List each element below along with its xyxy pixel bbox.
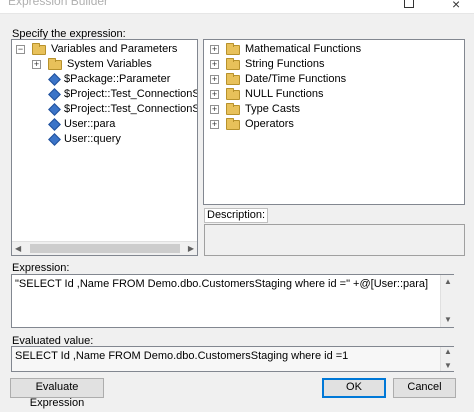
maximize-icon[interactable] [404,0,414,8]
tree-item-operators[interactable]: + Operators [210,117,460,132]
ok-button[interactable]: OK [322,378,386,398]
cancel-button[interactable]: Cancel [393,378,456,398]
expand-icon[interactable]: + [210,75,219,84]
expand-icon[interactable]: + [210,120,219,129]
tree-item-label: Operators [245,118,294,130]
scroll-right-icon[interactable]: ▶ [188,244,194,253]
expand-icon[interactable]: + [210,105,219,114]
tree-item-label: Date/Time Functions [245,73,347,85]
tree-item-label: $Package::Parameter [64,73,171,85]
tree-item-datetime-functions[interactable]: + Date/Time Functions [210,72,460,87]
folder-icon [226,88,240,100]
tree-item-project-connectionstring[interactable]: $Project::Test_ConnectionString [48,87,197,102]
scroll-thumb[interactable] [30,244,180,253]
folder-icon [226,58,240,70]
tree-item-label: Type Casts [245,103,301,115]
tree-item-package-parameter[interactable]: $Package::Parameter [48,72,197,87]
tree-item-label: NULL Functions [245,88,324,100]
window-title: Expression Builder [8,0,109,8]
variable-icon [48,88,61,101]
expression-scrollbar[interactable]: ▲ ▼ [440,275,455,327]
title-bar: Expression Builder × [0,0,474,14]
description-box [204,224,465,256]
folder-icon [226,118,240,130]
tree-item-label: Mathematical Functions [245,43,362,55]
scroll-down-icon[interactable]: ▼ [444,362,452,370]
expand-icon[interactable]: + [32,60,41,69]
functions-tree[interactable]: + Mathematical Functions + String Functi… [203,39,465,205]
evaluated-value-textbox: SELECT Id ,Name FROM Demo.dbo.CustomersS… [11,346,454,372]
tree-item-label: $Project::Test_ConnectionString1 [64,103,197,115]
variable-icon [48,133,61,146]
tree-item-variables-and-parameters[interactable]: − Variables and Parameters [16,42,196,57]
collapse-icon[interactable]: − [16,45,25,54]
folder-icon [32,43,46,55]
tree-item-label: System Variables [67,58,152,70]
evaluate-expression-button[interactable]: Evaluate Expression [10,378,104,409]
tree-item-label: Variables and Parameters [51,43,178,55]
tree-item-label: User::para [64,118,116,130]
description-label: Description: [204,208,269,223]
tree-item-label: $Project::Test_ConnectionString [64,88,197,100]
tree-item-type-casts[interactable]: + Type Casts [210,102,460,117]
tree-item-system-variables[interactable]: + System Variables [32,57,196,72]
tree-item-project-connectionstring1[interactable]: $Project::Test_ConnectionString1 [48,102,197,117]
scroll-up-icon[interactable]: ▲ [444,278,452,286]
tree-item-label: String Functions [245,58,325,70]
folder-icon [226,103,240,115]
tree-item-label: User::query [64,133,121,145]
variable-icon [48,73,61,86]
expand-icon[interactable]: + [210,90,219,99]
expand-icon[interactable]: + [210,60,219,69]
scroll-down-icon[interactable]: ▼ [444,316,452,324]
variables-tree[interactable]: − Variables and Parameters + System Vari… [11,39,198,256]
evaluated-scrollbar[interactable]: ▲ ▼ [440,347,455,371]
scroll-left-icon[interactable]: ◀ [15,244,21,253]
folder-icon [226,73,240,85]
expand-icon[interactable]: + [210,45,219,54]
tree-item-null-functions[interactable]: + NULL Functions [210,87,460,102]
close-icon[interactable]: × [452,0,460,11]
variable-icon [48,118,61,131]
folder-icon [226,43,240,55]
scroll-up-icon[interactable]: ▲ [444,348,452,356]
tree-item-mathematical-functions[interactable]: + Mathematical Functions [210,42,460,57]
tree-item-user-para[interactable]: User::para [48,117,197,132]
tree-item-user-query[interactable]: User::query [48,132,197,147]
horizontal-scrollbar[interactable]: ◀ ▶ [12,241,197,255]
expression-textbox[interactable]: "SELECT Id ,Name FROM Demo.dbo.Customers… [11,274,454,328]
folder-icon [48,58,62,70]
tree-item-string-functions[interactable]: + String Functions [210,57,460,72]
variable-icon [48,103,61,116]
